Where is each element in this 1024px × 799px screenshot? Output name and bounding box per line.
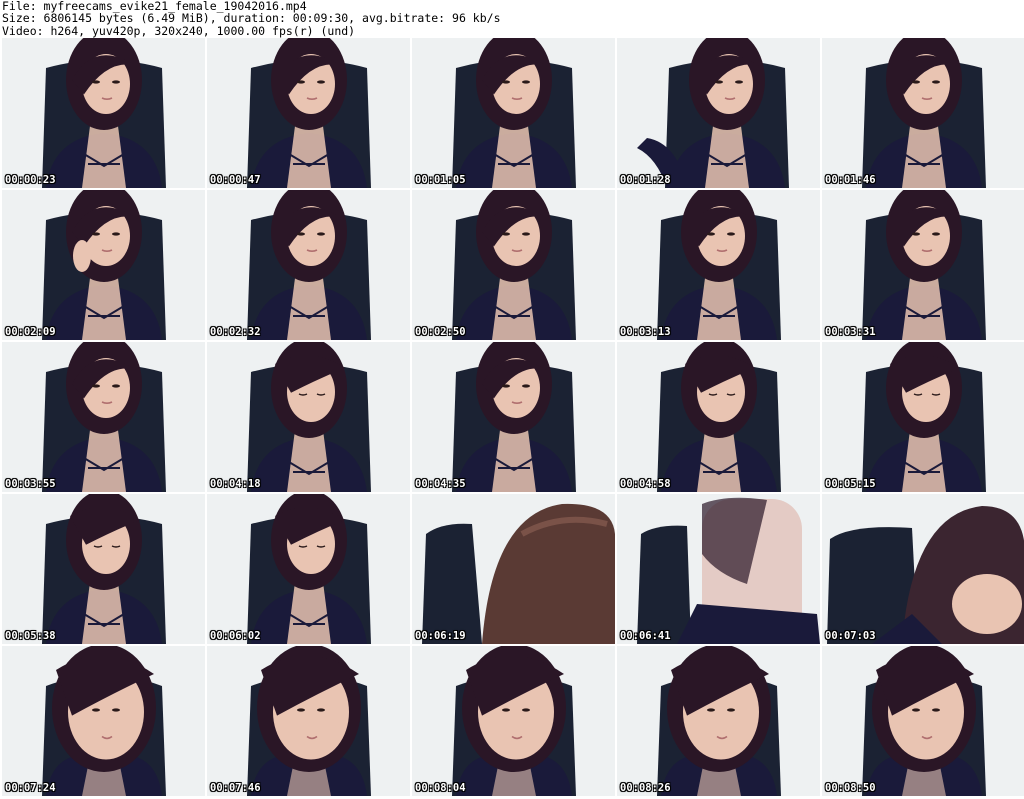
frame-image: [822, 646, 1024, 796]
thumbnail-frame: 00:06:41: [617, 494, 820, 644]
frame-image: [412, 38, 615, 188]
frame-timestamp: 00:01:46: [825, 174, 876, 186]
thumbnail-frame: 00:06:19: [412, 494, 615, 644]
thumbnail-frame: 00:02:50: [412, 190, 615, 340]
frame-image: [207, 646, 410, 796]
frame-image: [207, 342, 410, 492]
file-size-line: Size: 6806145 bytes (6.49 MiB), duration…: [2, 11, 501, 26]
frame-image: [2, 342, 205, 492]
frame-timestamp: 00:06:19: [415, 630, 466, 642]
frame-image: [822, 342, 1024, 492]
frame-image: [412, 342, 615, 492]
thumbnail-grid: 00:00:23 00:00:47 00:01:05 00:01:28 00:01:46…: [0, 38, 1024, 799]
frame-image: [617, 342, 820, 492]
video-info-line: Video: h264, yuv420p, 320x240, 1000.00 f…: [2, 23, 356, 38]
frame-timestamp: 00:01:28: [620, 174, 671, 186]
frame-image: [2, 38, 205, 188]
frame-image: [822, 38, 1024, 188]
frame-timestamp: 00:02:09: [5, 326, 56, 338]
frame-timestamp: 00:08:04: [415, 782, 466, 794]
frame-timestamp: 00:03:13: [620, 326, 671, 338]
thumbnail-frame: 00:00:47: [207, 38, 410, 188]
thumbnail-frame: 00:05:38: [2, 494, 205, 644]
frame-timestamp: 00:04:18: [210, 478, 261, 490]
frame-image: [207, 190, 410, 340]
frame-image: [617, 494, 820, 644]
frame-image: [617, 190, 820, 340]
frame-timestamp: 00:02:32: [210, 326, 261, 338]
thumbnail-frame: 00:07:03: [822, 494, 1024, 644]
thumbnail-frame: 00:03:31: [822, 190, 1024, 340]
thumbnail-frame: 00:03:55: [2, 342, 205, 492]
thumbnail-frame: 00:08:26: [617, 646, 820, 796]
thumbnail-frame: 00:06:02: [207, 494, 410, 644]
frame-timestamp: 00:05:15: [825, 478, 876, 490]
thumbnail-frame: 00:08:50: [822, 646, 1024, 796]
thumbnail-frame: 00:01:46: [822, 38, 1024, 188]
thumbnail-frame: 00:01:28: [617, 38, 820, 188]
frame-timestamp: 00:03:31: [825, 326, 876, 338]
frame-timestamp: 00:01:05: [415, 174, 466, 186]
frame-image: [412, 646, 615, 796]
frame-timestamp: 00:04:35: [415, 478, 466, 490]
frame-image: [2, 190, 205, 340]
thumbnail-frame: 00:05:15: [822, 342, 1024, 492]
frame-image: [2, 494, 205, 644]
frame-timestamp: 00:00:47: [210, 174, 261, 186]
thumbnail-frame: 00:01:05: [412, 38, 615, 188]
frame-image: [2, 646, 205, 796]
frame-timestamp: 00:04:58: [620, 478, 671, 490]
frame-image: [617, 38, 820, 188]
thumbnail-frame: 00:04:18: [207, 342, 410, 492]
frame-timestamp: 00:06:41: [620, 630, 671, 642]
frame-timestamp: 00:05:38: [5, 630, 56, 642]
thumbnail-frame: 00:07:24: [2, 646, 205, 796]
thumbnail-frame: 00:00:23: [2, 38, 205, 188]
thumbnail-frame: 00:04:58: [617, 342, 820, 492]
frame-timestamp: 00:08:26: [620, 782, 671, 794]
frame-image: [822, 494, 1024, 644]
frame-image: [412, 494, 615, 644]
thumbnail-frame: 00:08:04: [412, 646, 615, 796]
frame-timestamp: 00:08:50: [825, 782, 876, 794]
frame-image: [207, 38, 410, 188]
frame-timestamp: 00:07:03: [825, 630, 876, 642]
frame-timestamp: 00:03:55: [5, 478, 56, 490]
frame-timestamp: 00:00:23: [5, 174, 56, 186]
frame-timestamp: 00:07:46: [210, 782, 261, 794]
frame-timestamp: 00:06:02: [210, 630, 261, 642]
thumbnail-frame: 00:07:46: [207, 646, 410, 796]
frame-image: [412, 190, 615, 340]
thumbnail-frame: 00:04:35: [412, 342, 615, 492]
thumbnail-frame: 00:03:13: [617, 190, 820, 340]
info-header: File: myfreecams_evike21_female_19042016…: [2, 0, 1022, 38]
frame-timestamp: 00:02:50: [415, 326, 466, 338]
frame-image: [207, 494, 410, 644]
frame-image: [822, 190, 1024, 340]
frame-timestamp: 00:07:24: [5, 782, 56, 794]
frame-image: [617, 646, 820, 796]
thumbnail-frame: 00:02:32: [207, 190, 410, 340]
thumbnail-frame: 00:02:09: [2, 190, 205, 340]
